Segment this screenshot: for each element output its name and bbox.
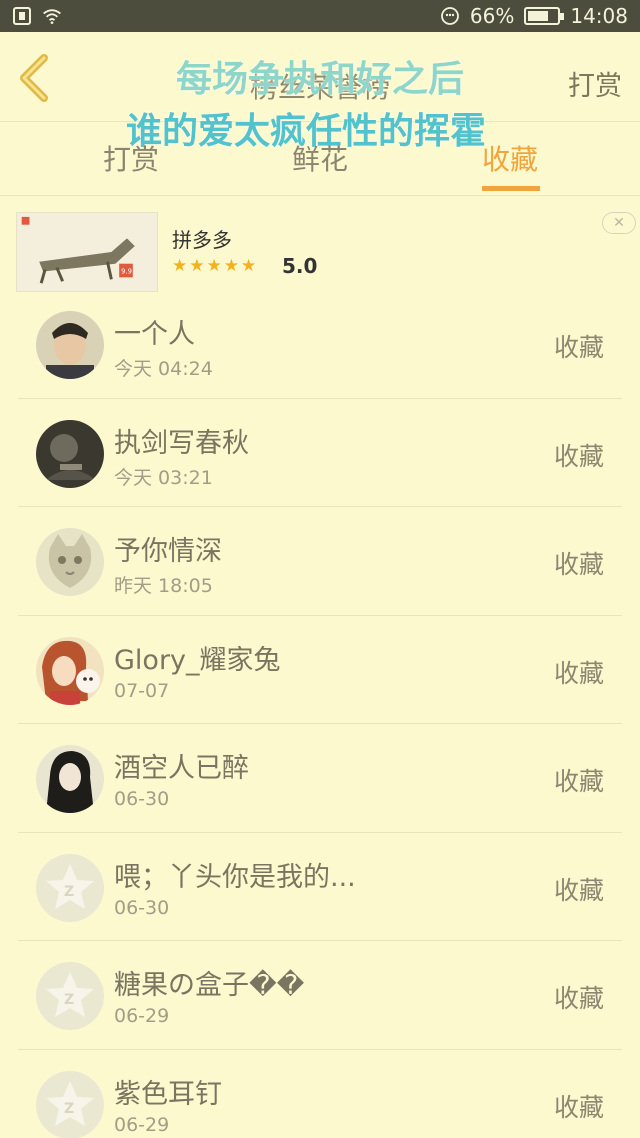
rating-stars-icon: ★★★★★: [172, 256, 259, 276]
timestamp: 今天 03:21: [114, 466, 213, 489]
favorite-label: 收藏: [553, 1092, 604, 1122]
user-name: 紫色耳钉: [114, 1078, 222, 1110]
avatar[interactable]: [36, 311, 104, 379]
favorite-label: 收藏: [553, 550, 604, 579]
avatar[interactable]: [36, 419, 104, 488]
list-item[interactable]: Z 紫色耳钉 06-29 收藏: [18, 1050, 622, 1138]
list-item[interactable]: 予你情深 昨天 18:05 收藏: [18, 507, 622, 616]
status-bar: 66% 14:08: [0, 0, 640, 32]
svg-text:Z: Z: [64, 1101, 74, 1117]
default-avatar-star-icon[interactable]: Z: [36, 853, 104, 922]
timestamp: 昨天 18:05: [114, 575, 213, 597]
tab-bar: 打赏 鲜花 收藏: [0, 122, 640, 196]
user-name: 酒空人已醉: [114, 753, 249, 784]
favorite-label: 收藏: [553, 984, 604, 1013]
list-item[interactable]: 酒空人已醉 06-30 收藏: [18, 724, 622, 833]
ad-banner[interactable]: 9.9 拼多多 ★★★★★ 5.0 ✕: [0, 196, 640, 298]
user-name: 予你情深: [114, 536, 222, 567]
user-name: 执剑写春秋: [114, 427, 249, 459]
ad-image[interactable]: 9.9: [16, 212, 158, 292]
list-item[interactable]: Z 糖果の盒子�� 06-29 收藏: [18, 941, 622, 1050]
avatar[interactable]: [36, 745, 104, 813]
svg-text:Z: Z: [64, 884, 74, 900]
avatar[interactable]: [36, 636, 104, 705]
list-item[interactable]: 执剑写春秋 今天 03:21 收藏: [18, 399, 622, 507]
favorite-label: 收藏: [553, 767, 604, 796]
clock: 14:08: [570, 4, 628, 28]
notification-icon: [13, 7, 31, 25]
list-item[interactable]: Glory_耀家兔 07-07 收藏: [18, 616, 622, 724]
face-icon: [441, 7, 459, 25]
timestamp: 07-07: [114, 679, 170, 702]
ad-price-tag: 9.9: [121, 267, 132, 275]
list-item[interactable]: Z 喂；丫头你是我的... 06-30 收藏: [18, 833, 622, 941]
favorite-label: 收藏: [553, 333, 604, 362]
status-left: [12, 6, 62, 26]
svg-text:Z: Z: [64, 992, 74, 1008]
tab-favorites[interactable]: 收藏: [482, 138, 538, 178]
user-name: 糖果の盒子��: [114, 970, 305, 1001]
default-avatar-star-icon[interactable]: Z: [36, 1070, 104, 1138]
timestamp: 06-29: [114, 1005, 170, 1027]
wifi-icon: [43, 9, 61, 24]
favorites-list: 一个人 今天 04:24 收藏 执剑写春秋 今天 03:21 收藏 予你情深 昨…: [18, 290, 622, 1138]
active-tab-indicator: [482, 186, 540, 191]
default-avatar-star-icon[interactable]: Z: [36, 962, 104, 1030]
favorite-label: 收藏: [553, 875, 604, 905]
user-name: 一个人: [114, 319, 195, 350]
avatar[interactable]: [36, 528, 104, 596]
timestamp: 06-30: [114, 788, 170, 810]
battery-percent: 66%: [469, 4, 515, 28]
timestamp: 06-30: [114, 896, 170, 919]
user-name: Glory_耀家兔: [114, 644, 281, 676]
tab-flowers[interactable]: 鲜花: [292, 138, 348, 178]
ad-title: 拼多多: [172, 228, 232, 252]
user-name: 喂；丫头你是我的...: [114, 861, 356, 893]
ad-rating: 5.0: [282, 254, 318, 278]
battery-icon: [524, 7, 565, 25]
close-icon[interactable]: ✕: [602, 212, 636, 234]
timestamp: 06-29: [114, 1113, 170, 1136]
status-right: 66% 14:08: [440, 4, 628, 28]
favorite-label: 收藏: [553, 658, 604, 688]
lyric-line-1: 每场争执和好之后: [175, 59, 464, 100]
tab-reward[interactable]: 打赏: [103, 138, 159, 178]
favorite-label: 收藏: [553, 441, 604, 471]
timestamp: 今天 04:24: [114, 358, 213, 380]
list-item[interactable]: 一个人 今天 04:24 收藏: [18, 290, 622, 399]
